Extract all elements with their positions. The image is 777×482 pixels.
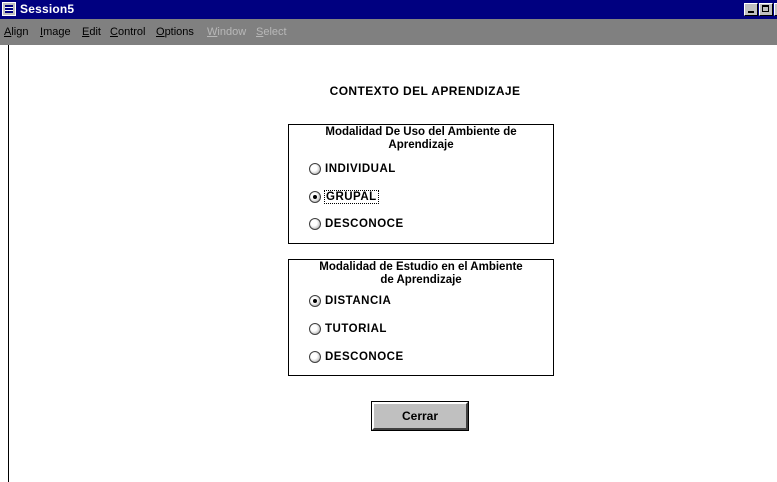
- menu-image[interactable]: Image: [40, 26, 71, 38]
- modalidad-uso-title-line2: Aprendizaje: [388, 139, 454, 151]
- client-left-border: [8, 45, 9, 482]
- menu-select: Select: [256, 26, 287, 38]
- radio-individual[interactable]: INDIVIDUAL: [309, 163, 396, 175]
- radio-grupal[interactable]: GRUPAL: [309, 190, 379, 204]
- radio-selected-icon[interactable]: [309, 295, 321, 307]
- radio-desconoce-estudio-label: DESCONOCE: [325, 351, 404, 363]
- radio-tutorial[interactable]: TUTORIAL: [309, 323, 387, 335]
- menu-options[interactable]: Options: [156, 26, 194, 38]
- radio-selected-icon[interactable]: [309, 191, 321, 203]
- radio-circle-icon[interactable]: [309, 163, 321, 175]
- window-title: Session5: [20, 2, 75, 16]
- radio-distancia-label: DISTANCIA: [325, 295, 392, 307]
- radio-individual-label: INDIVIDUAL: [325, 163, 396, 175]
- maximize-icon[interactable]: [759, 3, 773, 16]
- menu-image-label: mage: [43, 26, 71, 38]
- modalidad-estudio-group: Modalidad de Estudio en el Ambiente de A…: [288, 259, 554, 376]
- menu-window-label: indow: [217, 26, 247, 38]
- page-title: CONTEXTO DEL APRENDIZAJE: [329, 84, 521, 98]
- menu-control-label: ontrol: [117, 26, 146, 38]
- app-icon[interactable]: [2, 2, 16, 16]
- menu-control-mnemonic: C: [110, 26, 118, 38]
- modalidad-uso-group: Modalidad De Uso del Ambiente de Aprendi…: [288, 124, 554, 244]
- menu-edit-label: dit: [89, 26, 101, 38]
- menu-select-label: elect: [263, 26, 287, 38]
- radio-distancia[interactable]: DISTANCIA: [309, 295, 391, 307]
- menu-options-mnemonic: O: [156, 26, 165, 38]
- menu-window-mnemonic: W: [207, 26, 218, 38]
- radio-circle-icon[interactable]: [309, 218, 321, 230]
- menu-window: Window: [207, 26, 246, 38]
- radio-desconoce-uso-label: DESCONOCE: [325, 218, 404, 230]
- modalidad-uso-title: Modalidad De Uso del Ambiente de Aprendi…: [289, 126, 553, 152]
- menu-edit[interactable]: Edit: [82, 26, 101, 38]
- radio-circle-icon[interactable]: [309, 351, 321, 363]
- modalidad-uso-title-line1: Modalidad De Uso del Ambiente de: [325, 126, 517, 138]
- cerrar-button[interactable]: Cerrar: [371, 401, 469, 431]
- radio-desconoce-uso[interactable]: DESCONOCE: [309, 218, 404, 230]
- radio-circle-icon[interactable]: [309, 323, 321, 335]
- menu-align[interactable]: Align: [4, 26, 28, 38]
- minimize-icon[interactable]: [744, 3, 758, 16]
- menu-bar: Align Image Edit Control Options Window …: [0, 19, 777, 45]
- menu-control[interactable]: Control: [110, 26, 145, 38]
- radio-desconoce-estudio[interactable]: DESCONOCE: [309, 351, 404, 363]
- title-bar[interactable]: Session5: [0, 0, 777, 19]
- modalidad-estudio-title: Modalidad de Estudio en el Ambiente de A…: [289, 261, 553, 287]
- radio-grupal-label: GRUPAL: [324, 190, 379, 204]
- modalidad-estudio-title-line2: de Aprendizaje: [380, 274, 462, 286]
- modalidad-estudio-title-line1: Modalidad de Estudio en el Ambiente: [319, 261, 523, 273]
- session-window: Session5 Align Image Edit Control Option…: [0, 0, 777, 482]
- radio-tutorial-label: TUTORIAL: [325, 323, 387, 335]
- menu-align-label: lign: [11, 26, 29, 38]
- menu-options-label: ptions: [164, 26, 194, 38]
